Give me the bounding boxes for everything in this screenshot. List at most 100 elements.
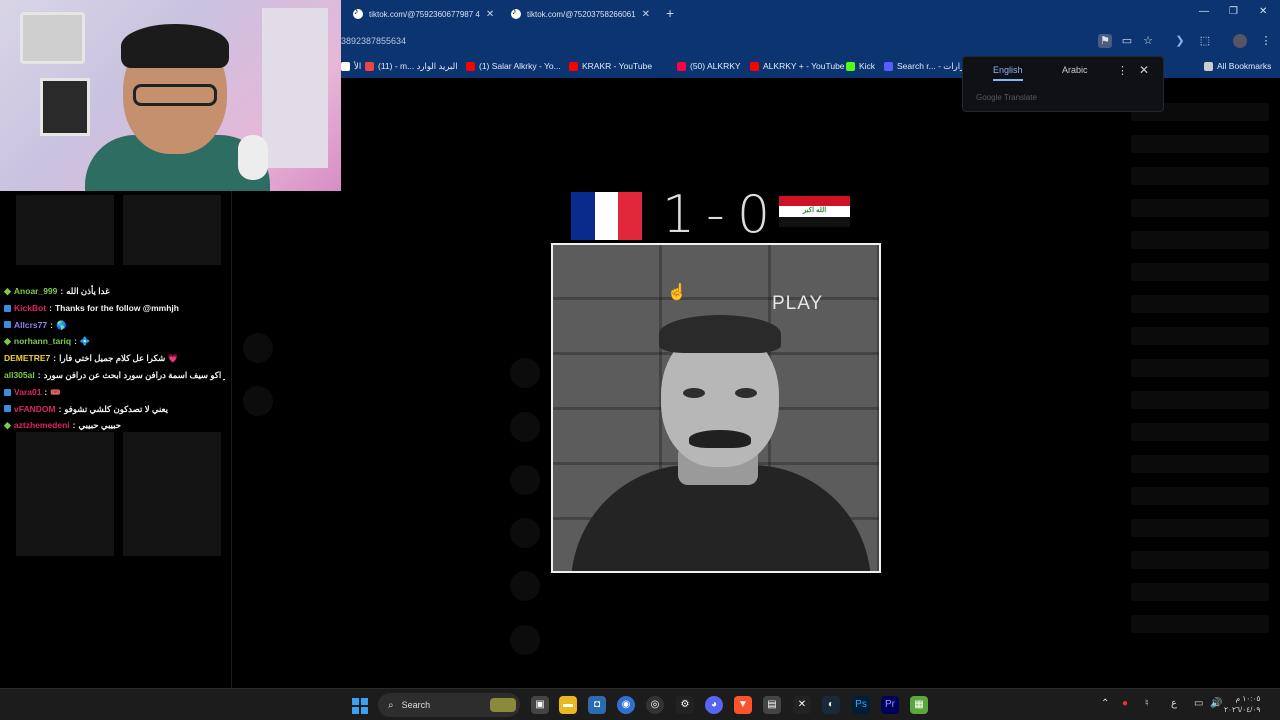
settings-gear-icon[interactable]: ⚙ [676,696,694,714]
bookmark-label: KRAKR - YouTube [582,61,653,71]
chat-text: حبيبي حبيبي [78,420,121,431]
menu-icon[interactable]: ⋮ [1259,34,1273,48]
chat-text: 🌎 [55,319,67,330]
chat-message: KickBot: Thanks for the follow @mmhjh [0,300,225,317]
close-tab-icon[interactable]: ✕ [642,9,650,20]
brave-icon[interactable]: ▼ [734,696,752,714]
chat-username[interactable]: Allcrs77 [14,317,47,334]
skeleton-row [1131,135,1269,153]
obs-icon[interactable]: ◎ [646,696,664,714]
browser-tab[interactable]: tiktok.com/@7592360677987 4 ✕ [345,4,502,24]
chat-username[interactable]: vFANDOM [14,401,56,418]
profile-avatar[interactable] [1233,34,1247,48]
extension-active-icon[interactable]: ❯ [1173,34,1187,48]
bookmark-favicon-icon [569,61,578,71]
chat-username[interactable]: Anoar_999 [14,283,57,300]
taskbar-clock[interactable]: ١٠:٠٥ م ٢٠٢٦/٠٤/٠٩ [1224,693,1260,715]
bookmark-favicon-icon [846,61,855,71]
skeleton-row [1131,231,1269,249]
url-text[interactable]: 3892387855634 [341,36,406,46]
taskbar-search[interactable]: ⌕ Search [378,693,520,717]
chrome-icon[interactable]: ◉ [617,696,635,714]
chat-username[interactable]: Vara01 [14,384,41,401]
windows-start-icon[interactable] [352,698,368,714]
restore-icon[interactable]: ❐ [1229,6,1238,17]
tab-title: tiktok.com/@75203758266061 [527,9,636,19]
steam-icon[interactable]: ◐ [822,696,840,714]
chat-username[interactable]: all305al [4,367,35,384]
chat-text: شكرا عل كلام جميل اختي فارا 💗 [59,353,179,364]
volume-icon[interactable]: 🔊 [1210,698,1222,709]
play-label[interactable]: PLAY [772,293,823,315]
chevron-up-icon[interactable]: ⌃ [1101,698,1109,709]
premiere-icon[interactable]: Pr [881,696,899,714]
game-card[interactable]: PLAY [551,243,881,573]
loading-circle [510,465,540,495]
chat-username[interactable]: aztzhemedeni [14,417,70,434]
skeleton-row [1131,167,1269,185]
more-options-icon[interactable]: ⋮ [1117,64,1128,77]
translate-icon[interactable]: ⚑ [1098,34,1112,48]
clock-date: ٢٠٢٦/٠٤/٠٩ [1224,705,1261,714]
bookmark-item[interactable]: KRAKR - YouTube [569,61,652,71]
bookmark-label: ALKRKY + - YouTube [763,61,845,71]
chat-username[interactable]: KickBot [14,300,46,317]
close-tab-icon[interactable]: ✕ [486,9,494,20]
discord-icon[interactable]: ◕ [705,696,723,714]
bookmark-item[interactable]: الأ [341,61,361,72]
skeleton-row [1131,391,1269,409]
bookmark-label: All Bookmarks [1217,61,1272,71]
bookmark-item[interactable]: (11) - m... البريد الوارد [365,61,458,72]
translate-footer: Google Translate [976,93,1037,102]
capcut-icon[interactable]: ✕ [793,696,811,714]
bookmark-favicon-icon [750,61,759,71]
bookmark-item[interactable]: (50) ALKRKY [677,61,741,71]
microphone-icon[interactable]: ♮ [1145,698,1149,709]
chat-username[interactable]: norhann_tariq [14,333,71,350]
bookmark-item[interactable]: Search r... - قرارات [884,61,969,72]
close-icon[interactable]: ✕ [1139,63,1149,77]
monitor-icon[interactable]: ▭ [1194,698,1203,709]
google-translate-popup: English Arabic ⋮ ✕ Google Translate [962,56,1164,112]
bookmark-item[interactable]: (1) Salar Alkrky - Yo... [466,61,561,71]
tray-app-icon[interactable]: ● [1122,698,1128,709]
bookmark-label: Search r... - قرارات [897,61,969,71]
score-left: 1 [662,185,696,245]
store-icon[interactable]: ◘ [588,696,606,714]
score-right: 0 [737,185,771,245]
minimize-icon[interactable]: — [1199,6,1209,17]
tab-arabic[interactable]: Arabic [1062,65,1088,75]
loading-circle [510,358,540,388]
diamond-badge-icon: ◆ [4,420,11,431]
task-view-icon[interactable]: ▣ [531,696,549,714]
chat-message: DEMETRE7: شكرا عل كلام جميل اختي فارا 💗 [0,350,225,367]
language-indicator[interactable]: ع [1171,698,1177,709]
all-bookmarks-button[interactable]: All Bookmarks [1204,61,1271,71]
browser-tab[interactable]: tiktok.com/@75203758266061 ✕ [503,4,658,24]
star-icon[interactable]: ☆ [1141,34,1155,48]
microphone [238,135,268,180]
tab-english[interactable]: English [993,65,1023,81]
app-icon[interactable]: ▤ [763,696,781,714]
address-bar: 3892387855634 ⚑ ▭ ☆ ❯ ⬚ ⋮ [341,28,1280,56]
chat-text: 🎟️ [50,386,61,397]
chat-separator: : [37,369,41,380]
chat-username[interactable]: DEMETRE7 [4,350,50,367]
photoshop-icon[interactable]: Ps [852,696,870,714]
new-tab-button[interactable]: + [666,5,674,21]
bookmark-label: Kick [859,61,876,71]
extensions-icon[interactable]: ⬚ [1198,34,1212,48]
file-explorer-icon[interactable]: ▬ [559,696,577,714]
chat-message: ◆ Anoar_999: غدا يأذن الله [0,283,225,300]
minecraft-icon[interactable]: ▦ [910,696,928,714]
windows-taskbar: ⌕ Search ▣ ▬ ◘ ◉ ◎ ⚙ ◕ ▼ ▤ ✕ ◐ Ps Pr ▦ ⌃… [0,688,1280,720]
bookmark-item[interactable]: ALKRKY + - YouTube [750,61,845,71]
bookmark-item[interactable]: Kick [846,61,875,71]
skeleton-row [1131,359,1269,377]
hand-cursor-icon: ☝ [667,284,687,301]
window-close-icon[interactable]: ✕ [1259,6,1267,17]
loading-circle [243,333,273,363]
chat-separator: : [50,319,53,330]
cast-icon[interactable]: ▭ [1120,34,1134,48]
tab-title: tiktok.com/@7592360677987 4 [369,9,480,19]
